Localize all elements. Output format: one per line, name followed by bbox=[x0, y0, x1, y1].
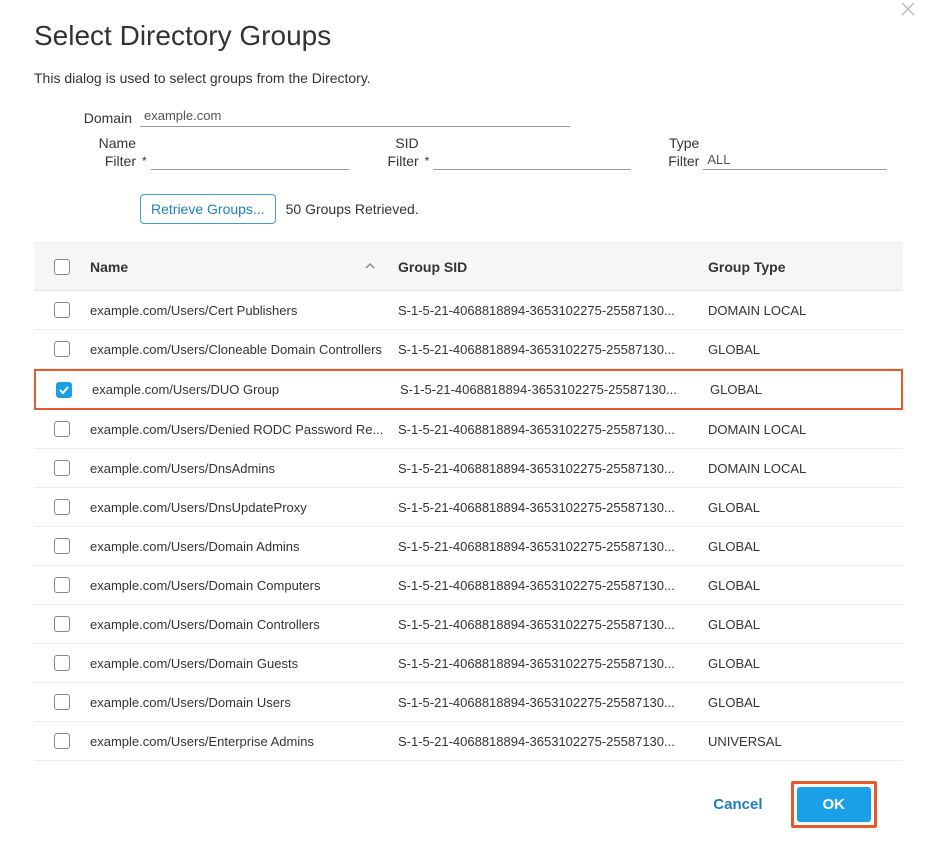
cell-name: example.com/Users/Cloneable Domain Contr… bbox=[90, 342, 398, 357]
cell-sid: S-1-5-21-4068818894-3653102275-25587130.… bbox=[400, 382, 710, 397]
type-filter-input[interactable] bbox=[703, 150, 887, 170]
table-row[interactable]: example.com/Users/DUO GroupS-1-5-21-4068… bbox=[34, 369, 903, 410]
row-checkbox[interactable] bbox=[54, 421, 70, 437]
required-asterisk: * bbox=[423, 154, 434, 170]
table-row[interactable]: example.com/Users/Domain AdminsS-1-5-21-… bbox=[34, 527, 903, 566]
row-checkbox[interactable] bbox=[54, 616, 70, 632]
sort-ascending-icon[interactable] bbox=[364, 259, 376, 275]
cell-name: example.com/Users/Enterprise Admins bbox=[90, 734, 398, 749]
table-row[interactable]: example.com/Users/Domain GuestsS-1-5-21-… bbox=[34, 644, 903, 683]
cell-name: example.com/Users/Domain Users bbox=[90, 695, 398, 710]
name-filter-input[interactable] bbox=[151, 150, 349, 170]
table-row[interactable]: example.com/Users/Cloneable Domain Contr… bbox=[34, 330, 903, 369]
col-header-sid[interactable]: Group SID bbox=[398, 259, 467, 275]
cell-type: GLOBAL bbox=[708, 500, 903, 515]
table-row[interactable]: example.com/Users/Domain UsersS-1-5-21-4… bbox=[34, 683, 903, 722]
cell-sid: S-1-5-21-4068818894-3653102275-25587130.… bbox=[398, 695, 708, 710]
dialog-footer: Cancel OK bbox=[34, 761, 903, 828]
select-directory-groups-dialog: Select Directory Groups This dialog is u… bbox=[0, 0, 937, 842]
cell-name: example.com/Users/Domain Computers bbox=[90, 578, 398, 593]
table-header-row: Name Group SID Group Type bbox=[34, 243, 903, 291]
cell-name: example.com/Users/Domain Guests bbox=[90, 656, 398, 671]
cell-sid: S-1-5-21-4068818894-3653102275-25587130.… bbox=[398, 500, 708, 515]
cell-sid: S-1-5-21-4068818894-3653102275-25587130.… bbox=[398, 422, 708, 437]
table-row[interactable]: example.com/Users/Enterprise AdminsS-1-5… bbox=[34, 722, 903, 761]
table-row[interactable]: example.com/Users/DnsAdminsS-1-5-21-4068… bbox=[34, 449, 903, 488]
cell-sid: S-1-5-21-4068818894-3653102275-25587130.… bbox=[398, 342, 708, 357]
cell-name: example.com/Users/DUO Group bbox=[92, 382, 400, 397]
cell-type: GLOBAL bbox=[708, 578, 903, 593]
sid-filter-label: SIDFilter bbox=[363, 135, 423, 170]
cell-type: DOMAIN LOCAL bbox=[708, 461, 903, 476]
cell-type: GLOBAL bbox=[710, 382, 901, 397]
cell-type: UNIVERSAL bbox=[708, 734, 903, 749]
cell-name: example.com/Users/DnsUpdateProxy bbox=[90, 500, 398, 515]
cancel-button[interactable]: Cancel bbox=[713, 796, 762, 813]
close-icon[interactable] bbox=[901, 2, 915, 21]
table-row[interactable]: example.com/Users/Denied RODC Password R… bbox=[34, 410, 903, 449]
table-row[interactable]: example.com/Users/Domain ComputersS-1-5-… bbox=[34, 566, 903, 605]
row-checkbox[interactable] bbox=[56, 382, 72, 398]
row-checkbox[interactable] bbox=[54, 499, 70, 515]
cell-type: GLOBAL bbox=[708, 656, 903, 671]
select-all-checkbox[interactable] bbox=[54, 259, 70, 275]
cell-name: example.com/Users/Domain Controllers bbox=[90, 617, 398, 632]
cell-sid: S-1-5-21-4068818894-3653102275-25587130.… bbox=[398, 578, 708, 593]
domain-label: Domain bbox=[62, 110, 140, 128]
cell-type: DOMAIN LOCAL bbox=[708, 422, 903, 437]
cell-type: GLOBAL bbox=[708, 342, 903, 357]
cell-sid: S-1-5-21-4068818894-3653102275-25587130.… bbox=[398, 461, 708, 476]
cell-sid: S-1-5-21-4068818894-3653102275-25587130.… bbox=[398, 617, 708, 632]
dialog-title: Select Directory Groups bbox=[34, 20, 903, 52]
ok-button[interactable]: OK bbox=[797, 787, 872, 822]
table-row[interactable]: example.com/Users/DnsUpdateProxyS-1-5-21… bbox=[34, 488, 903, 527]
cell-name: example.com/Users/Denied RODC Password R… bbox=[90, 422, 398, 437]
cell-type: GLOBAL bbox=[708, 695, 903, 710]
row-checkbox[interactable] bbox=[54, 694, 70, 710]
filter-panel: Domain example.com NameFilter * SIDFilte… bbox=[34, 108, 854, 224]
ok-button-highlight: OK bbox=[791, 781, 878, 828]
retrieve-status: 50 Groups Retrieved. bbox=[286, 201, 419, 217]
required-asterisk: * bbox=[140, 154, 151, 170]
cell-sid: S-1-5-21-4068818894-3653102275-25587130.… bbox=[398, 734, 708, 749]
cell-type: GLOBAL bbox=[708, 617, 903, 632]
groups-table: Name Group SID Group Type example.com/Us… bbox=[34, 242, 903, 761]
row-checkbox[interactable] bbox=[54, 460, 70, 476]
row-checkbox[interactable] bbox=[54, 655, 70, 671]
row-checkbox[interactable] bbox=[54, 341, 70, 357]
sid-filter-input[interactable] bbox=[433, 150, 631, 170]
cell-sid: S-1-5-21-4068818894-3653102275-25587130.… bbox=[398, 539, 708, 554]
cell-type: GLOBAL bbox=[708, 539, 903, 554]
cell-name: example.com/Users/Domain Admins bbox=[90, 539, 398, 554]
cell-name: example.com/Users/Cert Publishers bbox=[90, 303, 398, 318]
row-checkbox[interactable] bbox=[54, 577, 70, 593]
dialog-subtitle: This dialog is used to select groups fro… bbox=[34, 70, 903, 86]
cell-type: DOMAIN LOCAL bbox=[708, 303, 903, 318]
col-header-type[interactable]: Group Type bbox=[708, 259, 786, 275]
domain-value[interactable]: example.com bbox=[140, 108, 570, 127]
cell-name: example.com/Users/DnsAdmins bbox=[90, 461, 398, 476]
row-checkbox[interactable] bbox=[54, 733, 70, 749]
retrieve-groups-button[interactable]: Retrieve Groups... bbox=[140, 194, 276, 224]
table-row[interactable]: example.com/Users/Domain ControllersS-1-… bbox=[34, 605, 903, 644]
cell-sid: S-1-5-21-4068818894-3653102275-25587130.… bbox=[398, 656, 708, 671]
row-checkbox[interactable] bbox=[54, 538, 70, 554]
row-checkbox[interactable] bbox=[54, 302, 70, 318]
type-filter-label: TypeFilter bbox=[661, 135, 703, 170]
col-header-name[interactable]: Name bbox=[90, 259, 128, 275]
cell-sid: S-1-5-21-4068818894-3653102275-25587130.… bbox=[398, 303, 708, 318]
table-row[interactable]: example.com/Users/Cert PublishersS-1-5-2… bbox=[34, 291, 903, 330]
name-filter-label: NameFilter bbox=[62, 135, 140, 170]
